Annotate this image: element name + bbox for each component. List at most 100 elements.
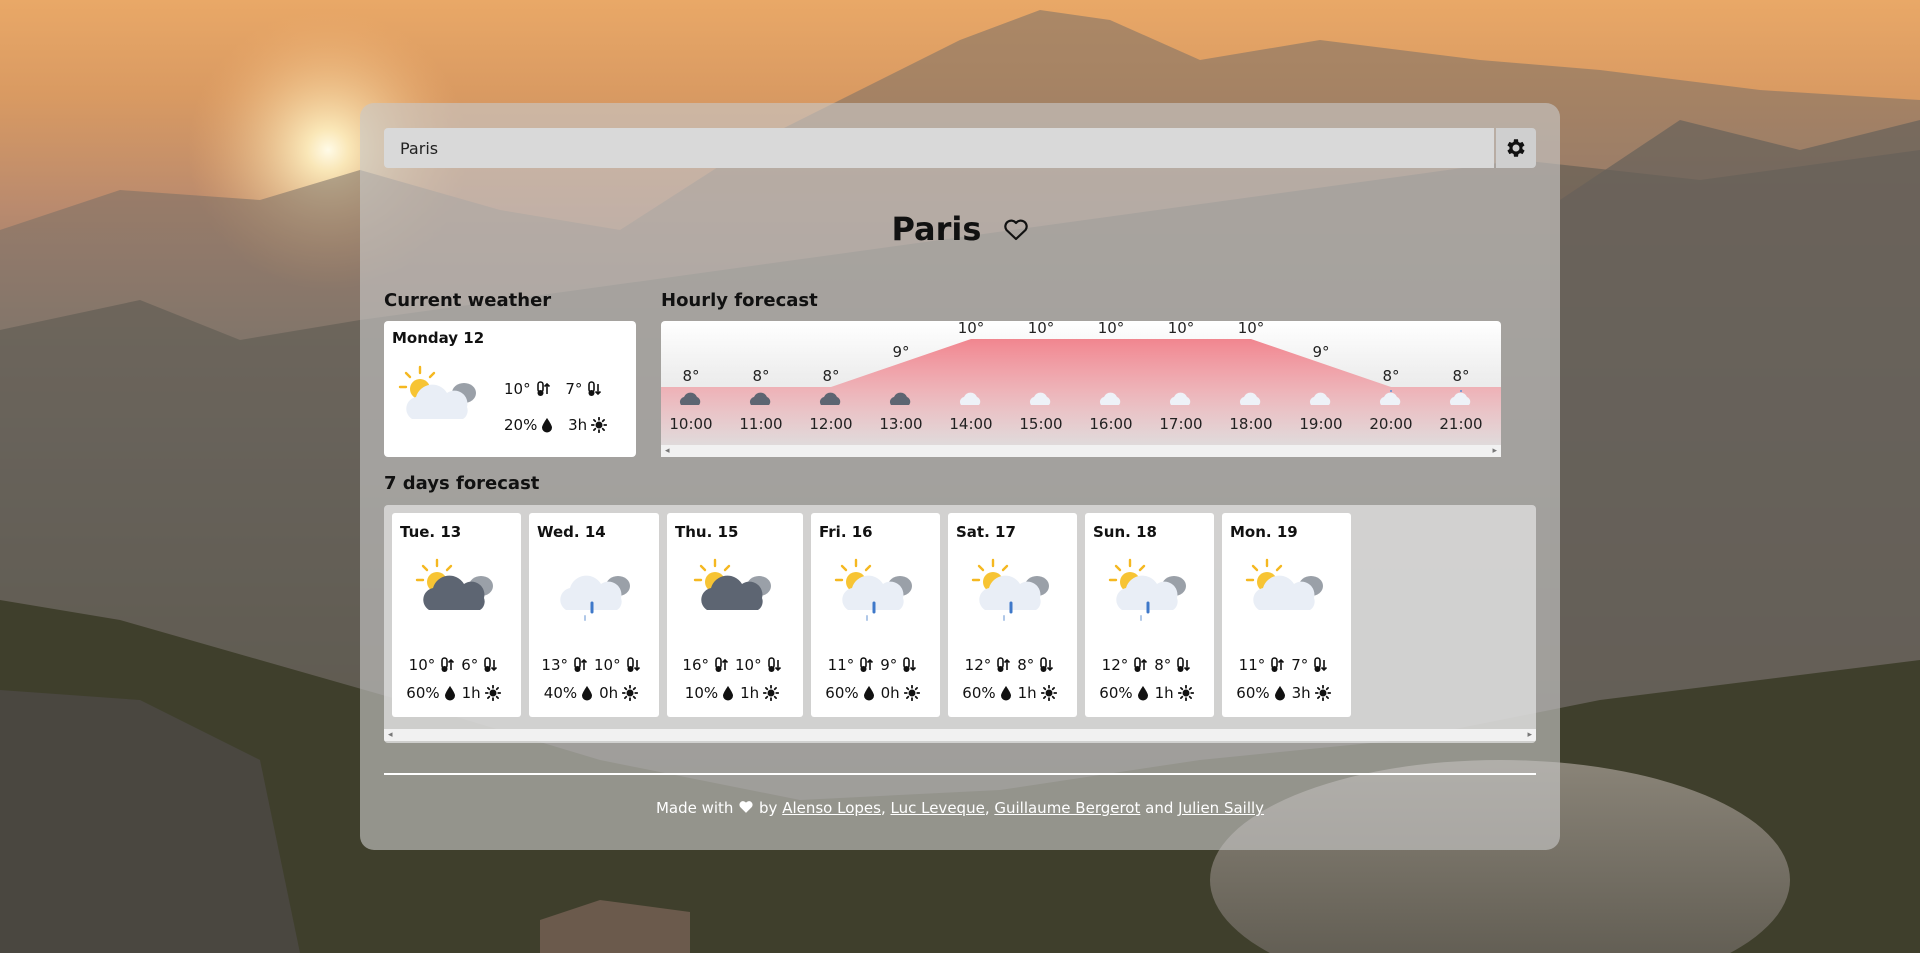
hourly-temp-label: 10° [1028,321,1055,337]
forecast-day-card[interactable]: Wed. 14 13° 10° 40% 0h [529,513,659,717]
scroll-left-arrow-icon[interactable]: ◂ [665,446,670,456]
rain-probability-value: 20% [504,416,538,434]
day-name: Fri. 16 [819,523,873,541]
forecast-scrollbar[interactable]: ◂ ▸ [384,729,1536,741]
thermometer-down-icon [484,657,498,672]
footer-divider [384,773,1536,775]
hourly-forecast-chart[interactable]: 8° 10:00 8° 11:00 8° 12:00 9° 13:00 10° 14:00 10° 1… [661,321,1501,457]
city-name: Paris [891,210,982,248]
scroll-right-arrow-icon[interactable]: ▸ [1527,730,1532,740]
hourly-time-label: 18:00 [1229,415,1272,433]
heart-icon [739,801,753,813]
droplet-icon [1000,686,1011,701]
hourly-temp-label: 10° [1238,321,1265,337]
droplet-icon [542,418,553,433]
droplet-icon [582,686,593,701]
day-name: Thu. 15 [675,523,739,541]
forecast-day-card[interactable]: Sun. 18 12° 8° 60% 1h [1085,513,1214,717]
gear-icon [1507,139,1525,157]
day-name: Sun. 18 [1093,523,1157,541]
hourly-temp-label: 10° [1098,321,1125,337]
hourly-temp-label: 8° [682,367,699,385]
scroll-right-arrow-icon[interactable]: ▸ [1492,446,1497,456]
hourly-time-label: 10:00 [669,415,712,433]
cloud-rain-icon [552,558,636,628]
settings-button[interactable] [1496,128,1536,168]
hourly-temp-label: 9° [892,343,909,361]
day-stats: 16° 10° 10% 1h [667,651,803,707]
sun-behind-rain-cloud-icon [971,558,1055,628]
seven-days-forecast-list[interactable]: Tue. 13 10° 6° 60% 1h Wed. 14 13° 10° 40% 0h Thu. … [384,505,1536,743]
current-weather-card: Monday 12 10° 7° 20% 3h [384,321,636,457]
hourly-time-label: 20:00 [1369,415,1412,433]
author-link[interactable]: Julien Sailly [1178,799,1264,817]
hourly-time-label: 17:00 [1159,415,1202,433]
day-stats: 12° 8° 60% 1h [948,651,1077,707]
sun-icon [484,685,501,701]
forecast-day-card[interactable]: Mon. 19 11° 7° 60% 3h [1222,513,1351,717]
sun-behind-rain-cloud-icon [834,558,918,628]
hourly-forecast-title: Hourly forecast [661,290,818,311]
forecast-day-card[interactable]: Tue. 13 10° 6° 60% 1h [392,513,521,717]
favorite-button[interactable] [1003,212,1029,250]
day-name: Sat. 17 [956,523,1016,541]
thermometer-down-icon [626,657,640,672]
hourly-time-label: 15:00 [1019,415,1062,433]
day-stats: 11° 7° 60% 3h [1222,651,1351,707]
droplet-icon [444,686,455,701]
city-search-input[interactable] [384,128,1494,168]
sun-behind-dark-cloud-icon [415,558,499,628]
thermometer-up-icon [997,657,1011,672]
heart-outline-icon [1003,219,1028,241]
sun-icon [622,685,639,701]
day-stats: 13° 10° 40% 0h [529,651,659,707]
forecast-day-card[interactable]: Fri. 16 11° 9° 60% 0h [811,513,940,717]
thermometer-down-icon [1040,657,1054,672]
forecast-day-card[interactable]: Sat. 17 12° 8° 60% 1h [948,513,1077,717]
day-name: Wed. 14 [537,523,606,541]
hourly-time-label: 21:00 [1439,415,1482,433]
thermometer-up-icon [860,657,874,672]
sun-icon [903,685,920,701]
droplet-icon [723,686,734,701]
hourly-scrollbar[interactable]: ◂ ▸ [661,445,1501,457]
hourly-time-label: 14:00 [949,415,992,433]
droplet-icon [863,686,874,701]
scroll-left-arrow-icon[interactable]: ◂ [388,730,393,740]
hourly-temp-label: 8° [1452,367,1469,385]
author-link[interactable]: Guillaume Bergerot [994,799,1140,817]
day-name: Mon. 19 [1230,523,1298,541]
max-temp-value: 10° [504,380,531,398]
thermometer-up-icon [1271,657,1285,672]
hourly-temp-label: 10° [958,321,985,337]
hourly-temp-label: 9° [1312,343,1329,361]
sun-behind-dark-cloud-icon [693,558,777,628]
page-title: Paris [360,210,1560,250]
droplet-icon [1274,686,1285,701]
seven-days-forecast-title: 7 days forecast [384,473,540,494]
hourly-temp-label: 8° [822,367,839,385]
sun-icon [763,685,780,701]
current-weather-title: Current weather [384,290,552,311]
sun-behind-rain-cloud-icon [1108,558,1192,628]
sun-icon [591,417,608,433]
hourly-temp-label: 10° [1168,321,1195,337]
author-link[interactable]: Luc Leveque [891,799,985,817]
weather-panel: Paris Current weather Monday 12 10° [360,103,1560,850]
sun-icon [1040,685,1057,701]
hourly-temp-label: 8° [1382,367,1399,385]
hourly-time-label: 11:00 [739,415,782,433]
thermometer-down-icon [1177,657,1191,672]
thermometer-up-icon [1134,657,1148,672]
author-link[interactable]: Alenso Lopes [782,799,881,817]
droplet-icon [1137,686,1148,701]
sun-icon [1314,685,1331,701]
thermometer-up-icon [715,657,729,672]
forecast-day-card[interactable]: Thu. 15 16° 10° 10% 1h [667,513,803,717]
day-stats: 11° 9° 60% 0h [811,651,940,707]
thermometer-down-icon [903,657,917,672]
thermometer-up-icon [536,381,550,396]
min-temp-value: 7° [565,380,583,398]
made-with-text: Made with [655,799,734,817]
hourly-time-label: 12:00 [809,415,852,433]
